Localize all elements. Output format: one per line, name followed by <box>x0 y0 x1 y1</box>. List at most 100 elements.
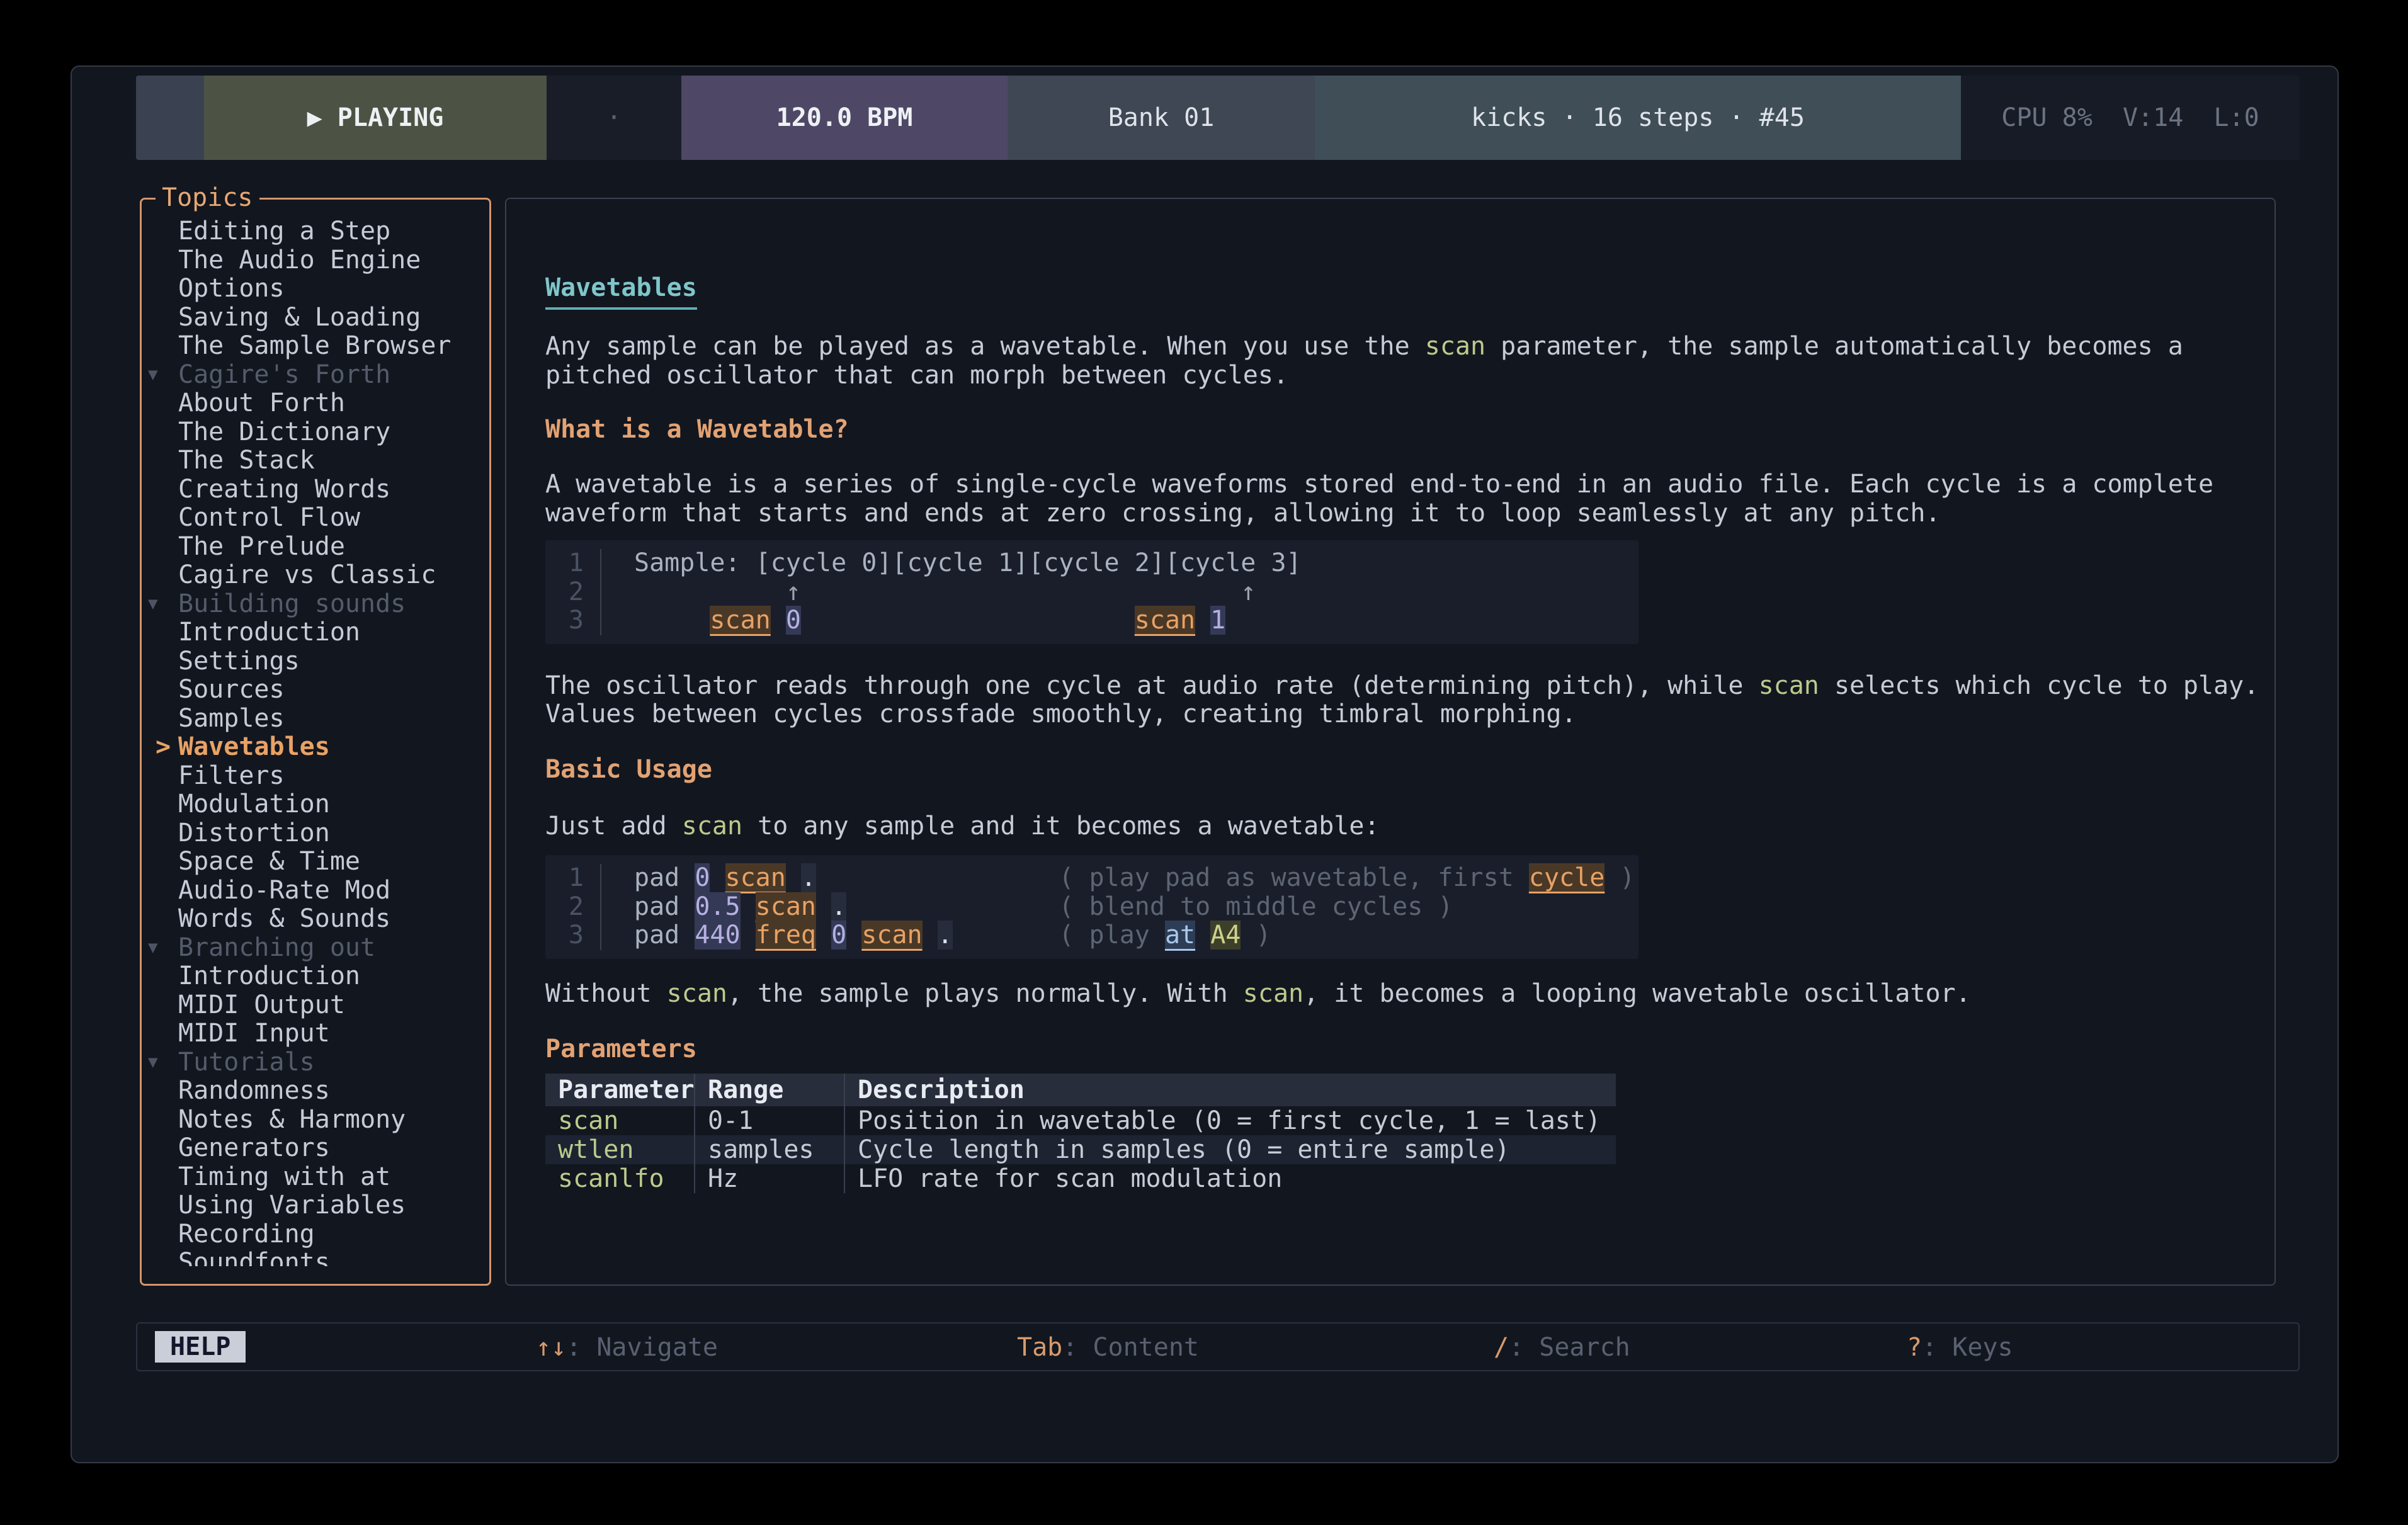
sidebar-item-label: The Prelude <box>178 533 345 562</box>
sidebar-item[interactable]: Control Flow <box>142 504 489 533</box>
hint-key: Tab <box>1017 1333 1062 1362</box>
sidebar-item[interactable]: Audio-Rate Mod <box>142 876 489 905</box>
sidebar-item[interactable]: Introduction <box>142 618 489 647</box>
sidebar-item[interactable]: Space & Time <box>142 848 489 876</box>
doc-paragraph: Just add scan to any sample and it becom… <box>545 812 2262 841</box>
table-header-cell: Range <box>694 1074 844 1106</box>
code-lines: pad 0 scan . ( play pad as wavetable, fi… <box>601 864 1635 950</box>
sidebar-item-selected[interactable]: >Wavetables <box>142 733 489 762</box>
sidebar-item[interactable]: Words & Sounds <box>142 905 489 934</box>
sidebar-item-label: Tutorials <box>178 1048 315 1077</box>
sidebar-item-label: Saving & Loading <box>178 303 421 332</box>
marker-spacer <box>142 418 178 447</box>
help-content-pane[interactable]: Wavetables Any sample can be played as a… <box>505 198 2276 1286</box>
table-header-cell: Parameter <box>545 1074 694 1106</box>
sidebar-section[interactable]: ▼Cagire's Forth <box>142 361 489 390</box>
token-cm: ( blend to middle cycles ) <box>1059 892 1453 921</box>
sidebar-item[interactable]: Using Variables <box>142 1191 489 1220</box>
sidebar-item-label: Cagire's Forth <box>178 361 390 390</box>
sidebar-item-label: Settings <box>178 647 300 676</box>
hint-label: : Navigate <box>566 1333 718 1362</box>
table-header-row: ParameterRangeDescription <box>545 1074 1616 1106</box>
sidebar-item[interactable]: Randomness <box>142 1077 489 1106</box>
collapse-arrow-icon: ▼ <box>142 590 178 619</box>
line-number: 1 <box>545 864 584 893</box>
sidebar-item[interactable]: Creating Words <box>142 475 489 504</box>
sidebar-item[interactable]: Saving & Loading <box>142 303 489 332</box>
marker-spacer <box>142 561 178 590</box>
token-num: 0 <box>831 921 846 950</box>
sidebar-item[interactable]: The Prelude <box>142 533 489 562</box>
sidebar-section[interactable]: ▼Building sounds <box>142 590 489 619</box>
sidebar-item-label: Modulation <box>178 790 330 819</box>
text: , the sample plays normally. With <box>727 979 1243 1008</box>
topics-panel: Topics Editing a Step The Audio Engine O… <box>140 198 491 1286</box>
sidebar-item[interactable]: MIDI Input <box>142 1019 489 1048</box>
sidebar-item[interactable]: Distortion <box>142 819 489 848</box>
table-row: scan0-1Position in wavetable (0 = first … <box>545 1106 1616 1135</box>
topics-list[interactable]: Editing a Step The Audio Engine Options … <box>142 200 489 1266</box>
marker-spacer <box>142 848 178 876</box>
marker-spacer <box>142 905 178 934</box>
collapse-arrow-icon: ▼ <box>142 1048 178 1077</box>
sidebar-item[interactable]: Timing with at <box>142 1163 489 1192</box>
text <box>634 577 786 606</box>
table-cell: scanlfo <box>545 1164 694 1193</box>
code-lines: Sample: [cycle 0][cycle 1][cycle 2][cycl… <box>601 549 1302 635</box>
text: , it becomes a looping wavetable oscilla… <box>1303 979 1971 1008</box>
sidebar-item[interactable]: Recording <box>142 1220 489 1249</box>
sidebar-item[interactable]: The Dictionary <box>142 418 489 447</box>
code-example-basic-usage: 123pad 0 scan . ( play pad as wavetable,… <box>545 855 1638 959</box>
sidebar-item[interactable]: Filters <box>142 762 489 791</box>
sidebar-item[interactable]: Options <box>142 275 489 303</box>
sidebar-item[interactable]: Modulation <box>142 790 489 819</box>
sidebar-section[interactable]: ▼Branching out <box>142 934 489 963</box>
sidebar-item-label: The Sample Browser <box>178 332 451 361</box>
doc-heading-parameters: Parameters <box>545 1035 2262 1063</box>
sidebar-item-label: Audio-Rate Mod <box>178 876 390 905</box>
sidebar-item-label: Generators <box>178 1134 330 1163</box>
text <box>846 892 1059 921</box>
transport-indicator[interactable]: ▶ PLAYING <box>204 76 547 160</box>
token-num: 440 <box>695 921 740 950</box>
sidebar-item-label: Wavetables <box>178 733 330 762</box>
pattern-info[interactable]: kicks · 16 steps · #45 <box>1315 76 1961 160</box>
token-cm <box>1195 921 1210 950</box>
sidebar-item[interactable]: Notes & Harmony <box>142 1106 489 1135</box>
sidebar-item-label: Timing with at <box>178 1163 390 1192</box>
marker-spacer <box>142 446 178 475</box>
marker-spacer <box>142 504 178 533</box>
topics-panel-title: Topics <box>156 183 259 212</box>
sidebar-item[interactable]: Generators <box>142 1134 489 1163</box>
marker-spacer <box>142 1191 178 1220</box>
collapse-arrow-icon: ▼ <box>142 934 178 963</box>
sidebar-item[interactable]: The Sample Browser <box>142 332 489 361</box>
sidebar-item[interactable]: Soundfonts <box>142 1249 489 1266</box>
bank-display[interactable]: Bank 01 <box>1008 76 1315 160</box>
sidebar-item[interactable]: Samples <box>142 705 489 734</box>
table-cell: wtlen <box>545 1135 694 1164</box>
sidebar-item[interactable]: The Stack <box>142 446 489 475</box>
sidebar-item[interactable]: About Forth <box>142 389 489 418</box>
text <box>801 606 1135 635</box>
bpm-display[interactable]: 120.0 BPM <box>681 76 1008 160</box>
sidebar-item-label: Soundfonts <box>178 1249 330 1266</box>
sidebar-item[interactable]: Settings <box>142 647 489 676</box>
token-at: at <box>1165 921 1195 950</box>
sidebar-item[interactable]: The Audio Engine <box>142 246 489 275</box>
token-hl: scan <box>756 892 816 921</box>
line-number: 2 <box>545 893 584 922</box>
line-number: 1 <box>545 549 584 578</box>
marker-spacer <box>142 1134 178 1163</box>
sidebar-item[interactable]: Introduction <box>142 962 489 991</box>
separator-dot-icon: · <box>606 103 622 132</box>
sidebar-item-label: Control Flow <box>178 504 360 533</box>
doc-title: Wavetables <box>545 273 697 310</box>
token-kw: scan <box>682 812 742 841</box>
sidebar-item[interactable]: Cagire vs Classic <box>142 561 489 590</box>
marker-spacer <box>142 705 178 734</box>
sidebar-item[interactable]: Sources <box>142 676 489 705</box>
sidebar-item[interactable]: Editing a Step <box>142 217 489 246</box>
sidebar-item[interactable]: MIDI Output <box>142 991 489 1020</box>
sidebar-section[interactable]: ▼Tutorials <box>142 1048 489 1077</box>
